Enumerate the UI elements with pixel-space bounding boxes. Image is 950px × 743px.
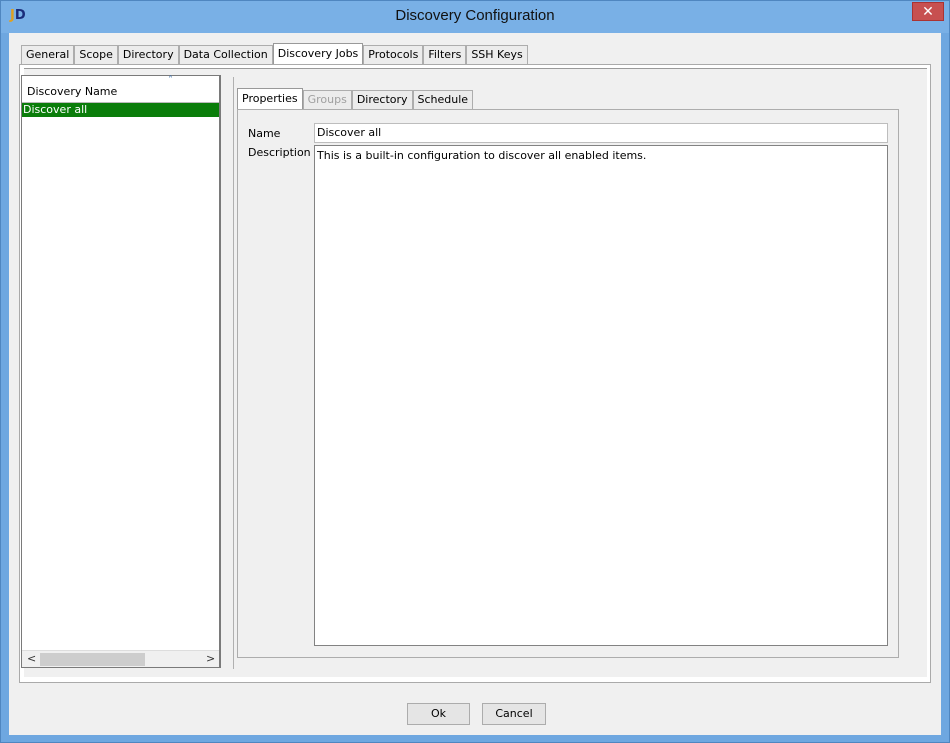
tab-protocols[interactable]: Protocols [363,45,424,64]
tab-directory[interactable]: Directory [117,45,179,64]
tab-general[interactable]: General [21,45,75,64]
name-label: Name [248,127,281,140]
window-title: Discovery Configuration [395,7,555,24]
list-item[interactable]: Discover all [22,103,219,117]
title-bar[interactable]: JD Discovery Configuration ✕ [1,1,949,33]
scroll-right-icon[interactable]: > [206,652,215,665]
name-field[interactable]: Discover all [314,123,888,143]
description-field[interactable]: This is a built-in configuration to disc… [314,145,888,646]
close-button[interactable]: ✕ [912,2,944,21]
tab-data-collection[interactable]: Data Collection [178,45,273,64]
scroll-left-icon[interactable]: < [27,652,36,665]
description-label: Description [248,146,311,159]
dialog-window: JD Discovery Configuration ✕ General Sco… [0,0,950,743]
dialog-client-area: General Scope Directory Data Collection … [9,33,941,735]
discovery-list[interactable]: ˄ Discovery Name Discover all < > [21,75,221,668]
column-title-discovery-name: Discovery Name [27,85,118,98]
tab-scope[interactable]: Scope [74,45,118,64]
scrollbar-thumb[interactable] [40,653,145,666]
subtab-directory[interactable]: Directory [351,90,413,109]
horizontal-scrollbar[interactable]: < > [22,650,219,667]
sort-ascending-icon: ˄ [168,75,173,86]
tab-ssh-keys[interactable]: SSH Keys [466,45,528,64]
tab-discovery-jobs[interactable]: Discovery Jobs [272,43,364,65]
subtab-properties[interactable]: Properties [237,88,303,110]
tab-filters[interactable]: Filters [423,45,467,64]
ok-button[interactable]: Ok [407,703,470,725]
cancel-button[interactable]: Cancel [482,703,546,725]
properties-panel: Name Discover all Description This is a … [237,109,899,658]
sub-tab-strip: Properties Groups Directory Schedule [237,88,474,110]
subtab-groups: Groups [302,90,352,109]
subtab-schedule[interactable]: Schedule [412,90,474,109]
list-column-header[interactable]: ˄ Discovery Name [22,75,219,103]
splitter[interactable] [233,77,234,669]
main-tab-strip: General Scope Directory Data Collection … [21,43,528,65]
